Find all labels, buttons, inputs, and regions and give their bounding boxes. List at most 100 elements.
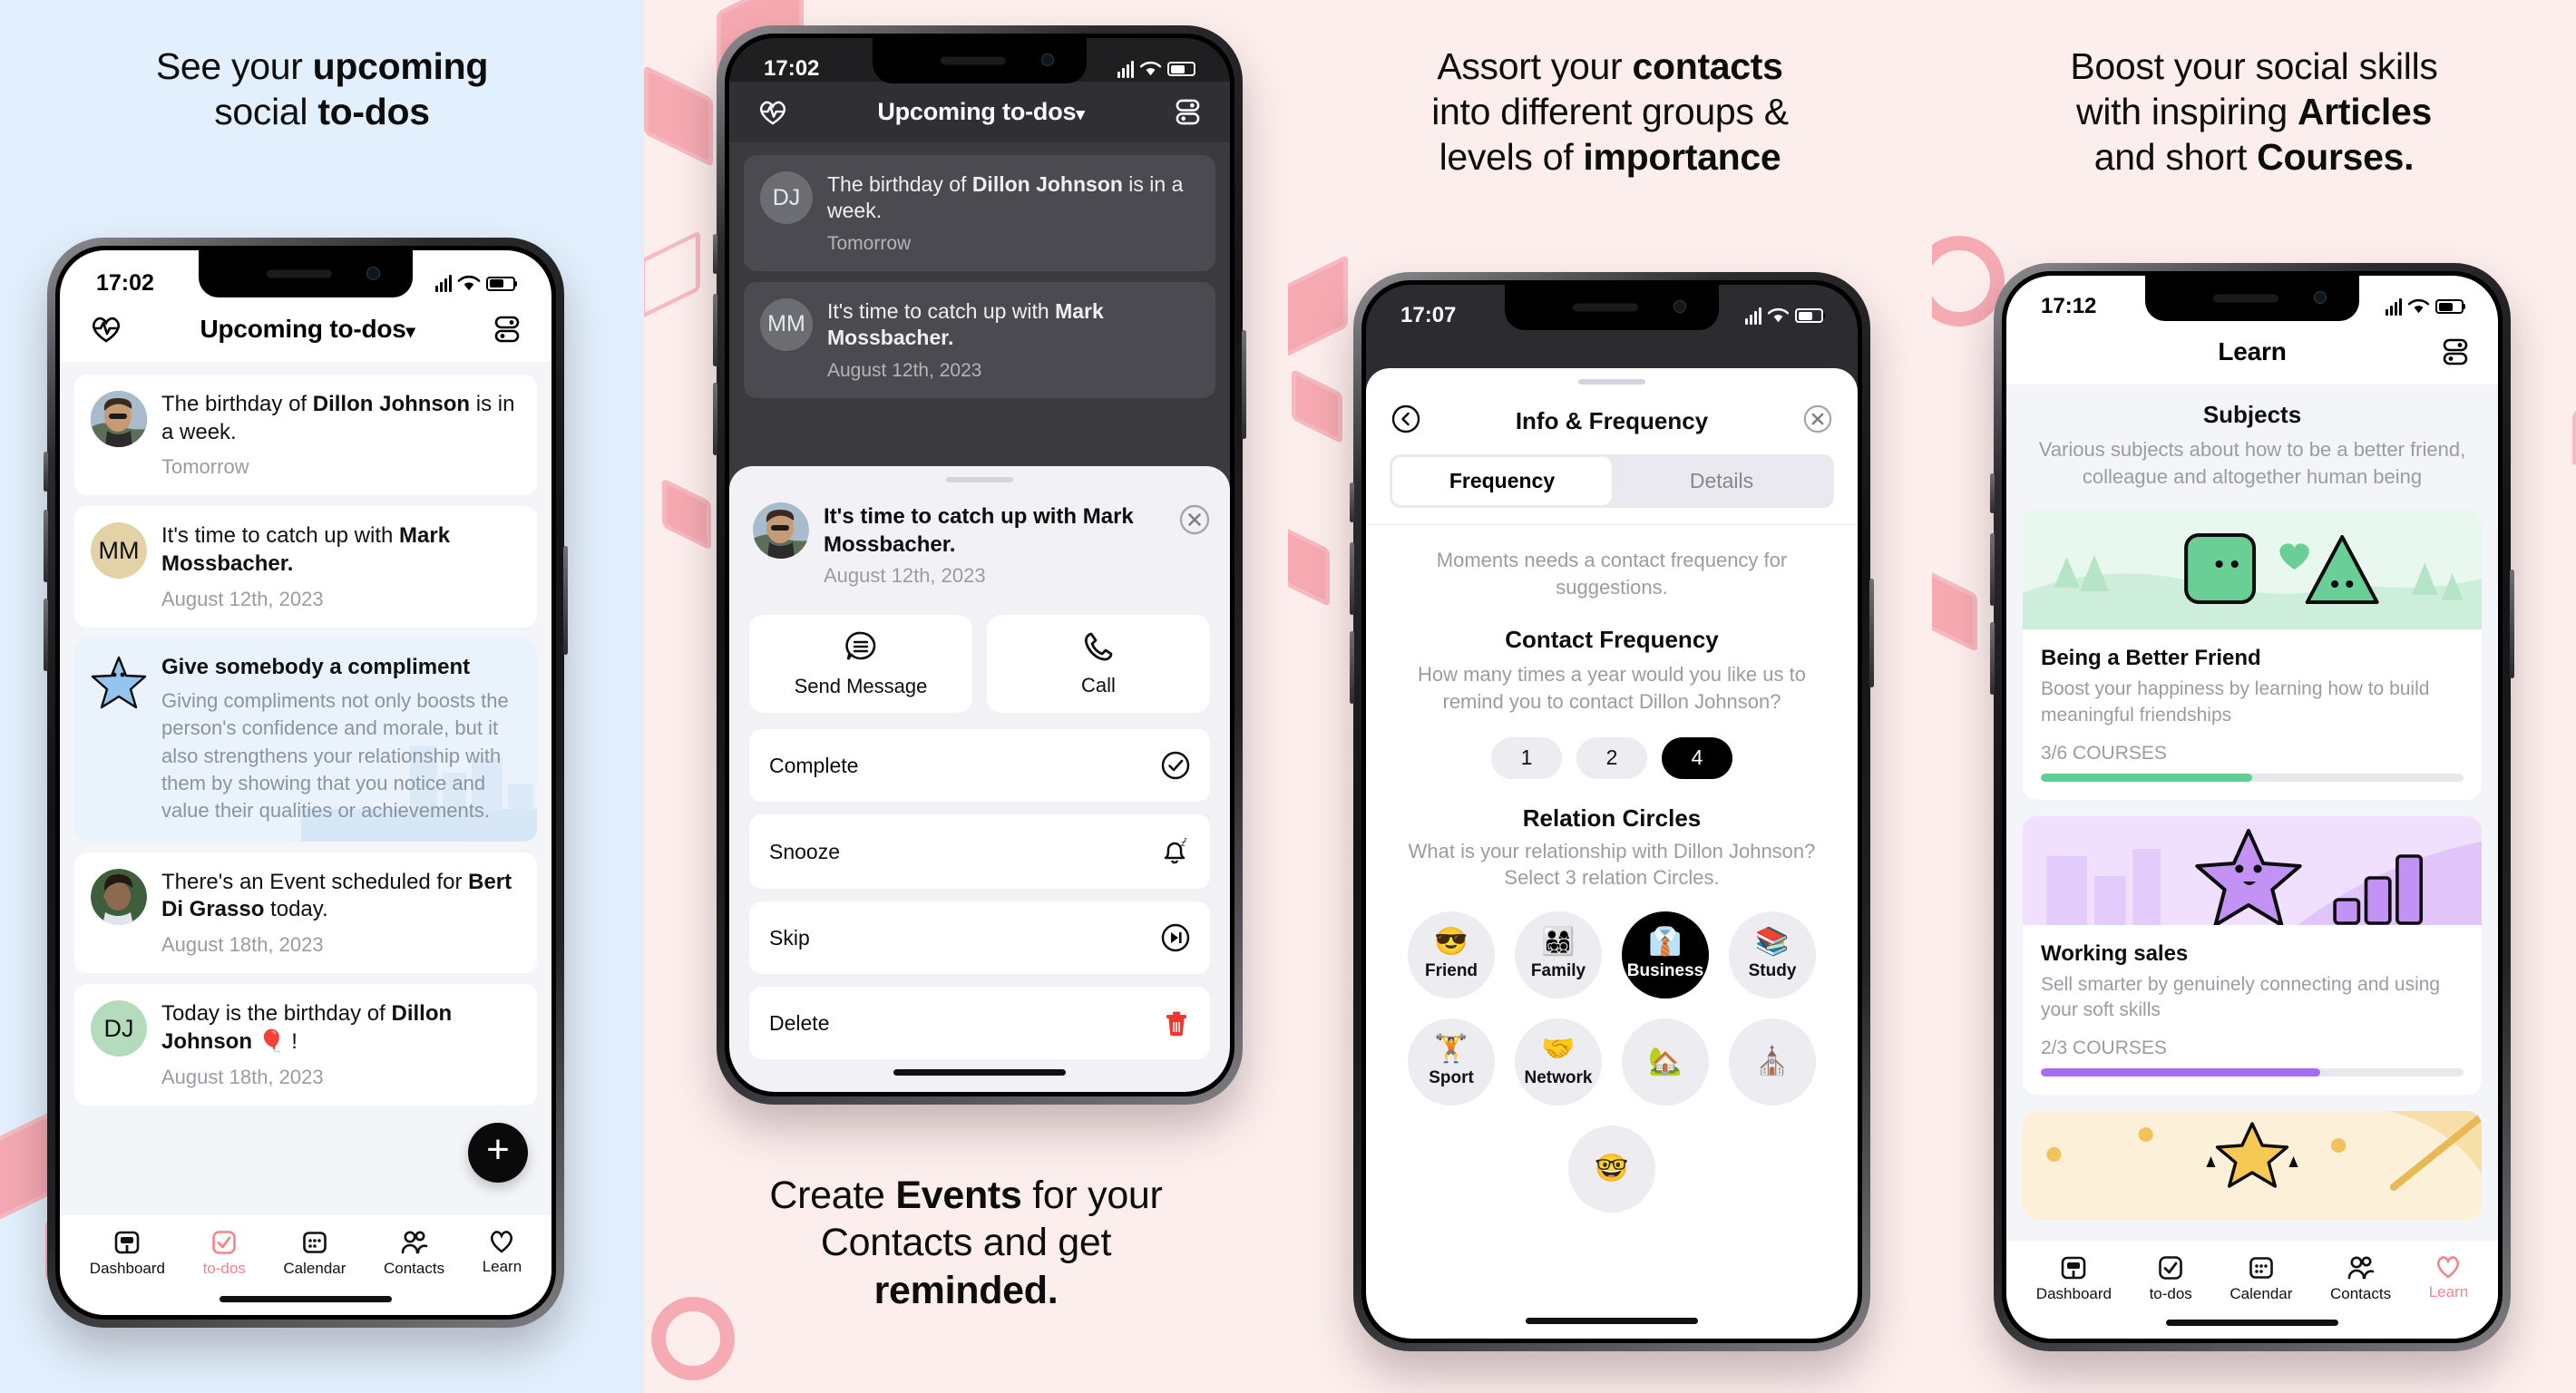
page-title[interactable]: Upcoming to-dos▾ <box>200 315 415 344</box>
home-indicator <box>893 1069 1066 1076</box>
cellular-bars-icon <box>1117 60 1134 78</box>
add-button[interactable]: + <box>468 1123 528 1183</box>
filter-list-icon[interactable] <box>2442 337 2469 366</box>
list-item-date: Tomorrow <box>827 232 912 254</box>
subject-progress-label: 2/3 COURSES <box>2041 1037 2167 1058</box>
subject-title: Working sales <box>2041 940 2189 966</box>
send-message-button[interactable]: Send Message <box>749 615 972 714</box>
sheet-header: Info & Frequency <box>1390 401 1834 454</box>
avatar: DJ <box>91 1000 147 1057</box>
panel-upcoming-todos: See your upcoming social to-dos 17:02 Up… <box>0 0 644 1393</box>
delete-row[interactable]: Delete <box>749 987 1210 1060</box>
sidebar-item-learn[interactable]: Learn <box>2429 1255 2468 1301</box>
relation-circle-family[interactable]: 👨‍👩‍👧‍👦 Family <box>1515 911 1602 999</box>
subject-card[interactable] <box>2023 1110 2482 1220</box>
wifi-icon <box>457 275 481 291</box>
progress-bar-fill <box>2041 1067 2320 1076</box>
sheet-title: Info & Frequency <box>1515 407 1709 434</box>
phone-notch <box>873 38 1087 83</box>
subjects-list[interactable]: Subjects Various subjects about how to b… <box>2006 385 2498 1241</box>
heartbeat-logo-icon[interactable] <box>91 316 122 343</box>
panel2-caption: Create Events for your Contacts and get re… <box>644 1172 1288 1314</box>
list-item[interactable]: MM It's time to catch up with Mark Mossb… <box>74 506 537 628</box>
close-circle-icon[interactable] <box>1179 504 1210 540</box>
trash-icon <box>1166 1011 1186 1037</box>
sidebar-item-calendar[interactable]: Calendar <box>2230 1255 2292 1303</box>
sheet-grabber[interactable] <box>946 477 1013 482</box>
heart-icon <box>491 1231 513 1253</box>
sidebar-item-todos[interactable]: to-dos <box>2150 1255 2192 1303</box>
heartbeat-logo-icon[interactable] <box>758 100 787 125</box>
sidebar-item-contacts[interactable]: Contacts <box>384 1230 444 1278</box>
todo-list[interactable]: The birthday of Dillon Johnson is in a w… <box>60 362 551 1215</box>
phone-notch <box>2145 276 2359 321</box>
people-icon <box>401 1231 427 1254</box>
sidebar-item-todos[interactable]: to-dos <box>203 1230 246 1278</box>
sidebar-item-calendar[interactable]: Calendar <box>283 1230 346 1278</box>
relation-circle-sport[interactable]: 🏋️ Sport <box>1408 1018 1495 1106</box>
info-frequency-sheet: Info & Frequency Frequency Details Momen… <box>1366 368 1858 1339</box>
list-item-tip[interactable]: Give somebody a compliment Giving compli… <box>74 638 537 842</box>
back-circle-icon[interactable] <box>1391 404 1420 438</box>
wifi-icon <box>1139 61 1162 76</box>
list-item-date: August 18th, 2023 <box>161 933 324 957</box>
page-title[interactable]: Upcoming to-dos▾ <box>877 98 1085 126</box>
frequency-option-1[interactable]: 1 <box>1491 736 1562 779</box>
subject-card[interactable]: Working sales Sell smarter by genuinely … <box>2023 815 2482 1095</box>
filter-list-icon[interactable] <box>1175 98 1201 126</box>
relation-circle-home[interactable]: 🏡 <box>1622 1018 1709 1106</box>
relation-circle-business[interactable]: 👔 Business <box>1622 911 1709 999</box>
avatar <box>91 868 147 925</box>
subject-desc: Boost your happiness by learning how to … <box>2041 678 2430 726</box>
sheet-header: It's time to catch up with Mark Mossbach… <box>749 502 1210 588</box>
battery-icon <box>1795 308 1823 323</box>
app-header: Learn <box>2006 319 2498 385</box>
home-emoji-icon: 🏡 <box>1648 1047 1683 1077</box>
dashboard-icon <box>2062 1256 2086 1280</box>
relation-circle-church[interactable]: ⛪ <box>1729 1018 1816 1106</box>
snooze-row[interactable]: Snooze z z <box>749 814 1210 890</box>
phone-icon <box>1084 632 1113 661</box>
skip-row[interactable]: Skip <box>749 901 1210 975</box>
segmented-tabs[interactable]: Frequency Details <box>1390 454 1834 508</box>
green-shapes-illustration <box>2023 510 2482 630</box>
subject-title: Being a Better Friend <box>2041 646 2261 671</box>
dashboard-icon <box>115 1231 140 1254</box>
list-item[interactable]: There's an Event scheduled for Bert Di G… <box>74 852 537 974</box>
filter-list-icon[interactable] <box>493 315 521 344</box>
tab-details[interactable]: Details <box>1612 457 1831 505</box>
sheet-grabber[interactable] <box>1578 379 1645 385</box>
subject-card[interactable]: Being a Better Friend Boost your happine… <box>2023 510 2482 800</box>
home-indicator <box>2166 1320 2338 1326</box>
relation-circle-nerd[interactable]: 🤓 <box>1568 1125 1655 1213</box>
panel3-headline-text: Assort your contacts into different group… <box>1431 45 1789 179</box>
relation-circle-network[interactable]: 🤝 Network <box>1515 1018 1602 1106</box>
sidebar-item-contacts[interactable]: Contacts <box>2330 1255 2391 1303</box>
close-circle-icon[interactable] <box>1803 404 1832 438</box>
sidebar-item-learn[interactable]: Learn <box>483 1230 522 1276</box>
call-button[interactable]: Call <box>987 615 1210 714</box>
relation-circle-study[interactable]: 📚 Study <box>1729 911 1816 999</box>
frequency-option-2[interactable]: 2 <box>1576 736 1647 779</box>
frequency-option-4[interactable]: 4 <box>1662 736 1732 779</box>
sidebar-item-dashboard[interactable]: Dashboard <box>2036 1255 2112 1303</box>
list-item-text: There's an Event scheduled for Bert Di G… <box>161 869 512 922</box>
status-time: 17:02 <box>96 270 154 296</box>
tip-description: Giving compliments not only boosts the p… <box>161 688 509 823</box>
sidebar-item-dashboard[interactable]: Dashboard <box>90 1230 165 1278</box>
relation-circle-grid[interactable]: 😎 Friend 👨‍👩‍👧‍👦 Family 👔 Business <box>1390 911 1834 1213</box>
list-item[interactable]: The birthday of Dillon Johnson is in a w… <box>74 375 537 496</box>
battery-icon <box>1167 62 1195 76</box>
complete-row[interactable]: Complete <box>749 729 1210 803</box>
cellular-bars-icon <box>435 275 452 292</box>
tab-frequency[interactable]: Frequency <box>1392 457 1612 505</box>
contact-frequency-question: How many times a year would you like us … <box>1418 663 1806 714</box>
frequency-options[interactable]: 1 2 4 <box>1390 736 1834 779</box>
list-item-date: August 12th, 2023 <box>161 587 324 610</box>
skip-forward-icon <box>1161 924 1190 952</box>
relation-circle-friend[interactable]: 😎 Friend <box>1408 911 1495 999</box>
snooze-label: Snooze <box>769 839 841 863</box>
panel4-headline-text: Boost your social skills with inspiring A… <box>2070 45 2438 179</box>
list-item-date: Tomorrow <box>161 455 249 479</box>
list-item[interactable]: DJ Today is the birthday of Dillon Johns… <box>74 984 537 1106</box>
